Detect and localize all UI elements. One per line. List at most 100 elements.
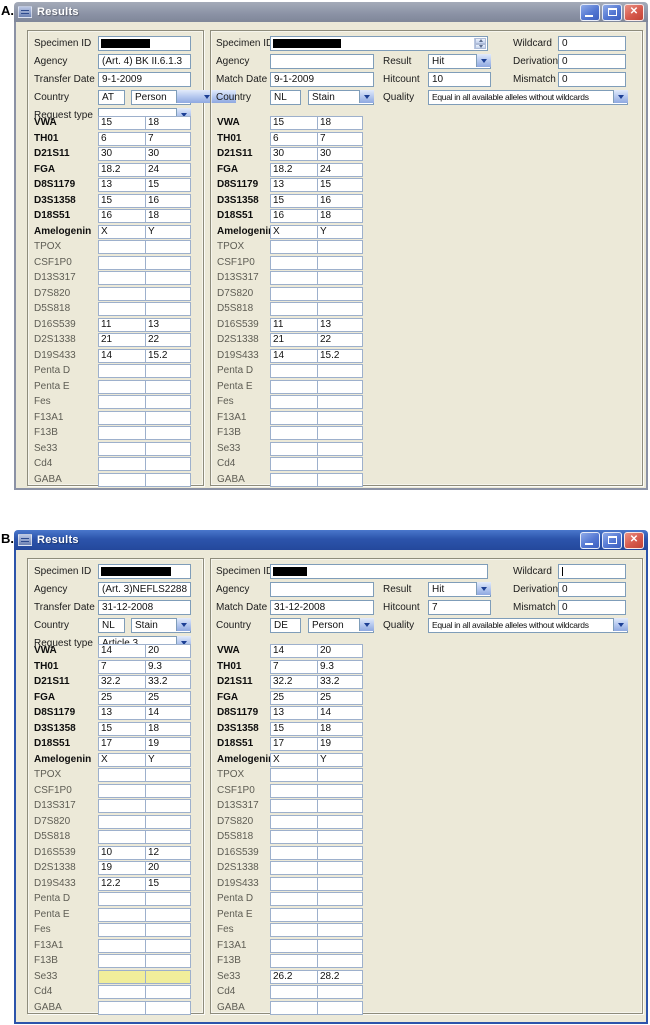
allele-cell[interactable]: 14 — [98, 348, 146, 363]
allele-cell[interactable]: 25 — [145, 690, 191, 705]
allele-cell[interactable]: 20 — [145, 861, 191, 875]
allele-cell[interactable] — [317, 441, 363, 456]
specimen-id-field[interactable] — [98, 564, 191, 579]
agency-field[interactable] — [270, 54, 374, 69]
country-code-field[interactable]: NL — [98, 618, 125, 633]
allele-cell[interactable] — [317, 985, 363, 999]
allele-cell[interactable] — [317, 861, 363, 875]
dropdown-button[interactable] — [176, 618, 191, 631]
allele-cell[interactable] — [270, 876, 318, 891]
allele-cell[interactable] — [270, 1000, 318, 1015]
allele-cell[interactable] — [317, 830, 363, 844]
allele-cell[interactable]: 17 — [98, 737, 146, 751]
allele-cell[interactable] — [98, 286, 146, 301]
allele-cell[interactable]: 15.2 — [145, 348, 191, 363]
hitcount-field[interactable]: 7 — [428, 600, 491, 615]
allele-cell[interactable]: 14 — [145, 706, 191, 720]
allele-cell[interactable] — [98, 938, 146, 953]
titlebar[interactable]: Results ✕ — [14, 2, 648, 22]
allele-cell[interactable] — [317, 457, 363, 471]
allele-cell[interactable]: 14 — [270, 644, 318, 658]
allele-cell[interactable] — [317, 799, 363, 813]
allele-cell[interactable] — [98, 923, 146, 937]
allele-cell[interactable] — [98, 1000, 146, 1015]
allele-cell[interactable] — [270, 457, 318, 471]
minimize-button[interactable] — [580, 3, 600, 21]
allele-cell[interactable]: 11 — [270, 317, 318, 332]
allele-cell[interactable] — [270, 768, 318, 782]
allele-cell[interactable] — [145, 395, 191, 409]
allele-cell[interactable]: 25 — [270, 690, 318, 705]
allele-cell[interactable]: 30 — [145, 147, 191, 161]
allele-cell[interactable] — [317, 876, 363, 891]
allele-cell[interactable] — [317, 768, 363, 782]
allele-cell[interactable] — [317, 1000, 363, 1015]
allele-cell[interactable] — [317, 954, 363, 968]
allele-cell[interactable] — [145, 892, 191, 906]
allele-cell[interactable] — [98, 240, 146, 254]
agency-field[interactable] — [270, 582, 374, 597]
allele-cell[interactable] — [317, 938, 363, 953]
allele-cell[interactable] — [98, 457, 146, 471]
allele-cell[interactable]: 15 — [270, 193, 318, 208]
allele-cell[interactable] — [145, 286, 191, 301]
allele-cell[interactable]: 12.2 — [98, 876, 146, 891]
allele-cell[interactable] — [270, 985, 318, 999]
mismatch-field[interactable]: 0 — [558, 600, 626, 615]
allele-cell[interactable] — [270, 410, 318, 425]
allele-cell[interactable]: 7 — [98, 659, 146, 674]
allele-cell[interactable] — [270, 441, 318, 456]
allele-cell[interactable]: 7 — [317, 131, 363, 146]
hitcount-field[interactable]: 10 — [428, 72, 491, 87]
allele-cell[interactable]: 25 — [98, 690, 146, 705]
allele-cell[interactable]: 16 — [98, 209, 146, 223]
allele-cell[interactable]: 33.2 — [317, 675, 363, 689]
allele-cell[interactable]: 14 — [98, 644, 146, 658]
dropdown-button[interactable] — [613, 90, 628, 103]
allele-cell[interactable] — [145, 1000, 191, 1015]
allele-cell[interactable] — [270, 255, 318, 270]
allele-cell[interactable]: 21 — [270, 333, 318, 347]
allele-cell[interactable] — [145, 830, 191, 844]
allele-cell[interactable]: 15 — [270, 721, 318, 736]
maximize-button[interactable] — [602, 3, 622, 21]
allele-cell[interactable] — [145, 379, 191, 394]
allele-cell[interactable]: 19 — [145, 737, 191, 751]
allele-cell[interactable] — [270, 379, 318, 394]
match-date-field[interactable]: 9-1-2009 — [270, 72, 374, 87]
allele-cell[interactable] — [145, 799, 191, 813]
allele-cell[interactable] — [317, 783, 363, 798]
dropdown-button[interactable] — [476, 582, 491, 595]
allele-cell[interactable] — [145, 814, 191, 829]
allele-cell[interactable]: 22 — [145, 333, 191, 347]
allele-cell[interactable] — [270, 472, 318, 487]
allele-cell[interactable]: 15 — [270, 116, 318, 130]
agency-field[interactable]: (Art. 3)NEFLS2288 — [98, 582, 191, 597]
allele-cell[interactable]: 18 — [317, 721, 363, 736]
allele-cell[interactable]: 15 — [317, 178, 363, 192]
allele-cell[interactable]: 26.2 — [270, 969, 318, 984]
allele-cell[interactable] — [98, 255, 146, 270]
allele-cell[interactable]: 16 — [145, 193, 191, 208]
allele-cell[interactable] — [317, 472, 363, 487]
allele-cell[interactable]: Y — [145, 224, 191, 239]
allele-cell[interactable] — [317, 814, 363, 829]
allele-cell[interactable] — [317, 395, 363, 409]
allele-cell[interactable]: 19 — [317, 737, 363, 751]
maximize-button[interactable] — [602, 531, 622, 549]
allele-cell[interactable] — [145, 907, 191, 922]
allele-cell[interactable]: 30 — [98, 147, 146, 161]
allele-cell[interactable] — [98, 410, 146, 425]
allele-cell[interactable]: 15.2 — [317, 348, 363, 363]
transfer-date-field[interactable]: 31-12-2008 — [98, 600, 191, 615]
allele-cell[interactable] — [270, 830, 318, 844]
allele-cell[interactable] — [317, 364, 363, 378]
allele-cell[interactable]: 24 — [317, 162, 363, 177]
allele-cell[interactable]: 21 — [98, 333, 146, 347]
allele-cell[interactable] — [98, 907, 146, 922]
allele-cell[interactable] — [145, 364, 191, 378]
allele-cell[interactable] — [145, 271, 191, 285]
allele-cell[interactable] — [270, 954, 318, 968]
allele-cell[interactable] — [317, 255, 363, 270]
allele-cell[interactable]: 13 — [98, 178, 146, 192]
